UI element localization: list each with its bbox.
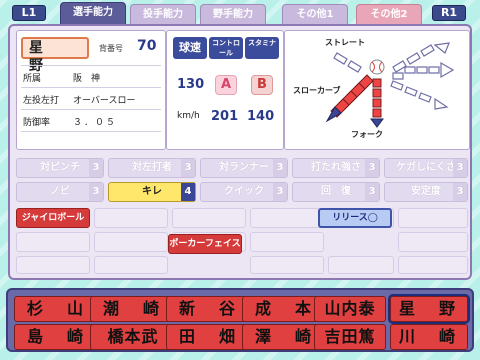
stats-box: 球速 コントロール スタミナ 130 A B km/h 201 140	[166, 30, 284, 150]
roster-player[interactable]: 川 崎	[390, 324, 468, 350]
speed-header: 球速	[173, 37, 207, 59]
roster-player[interactable]: 山内泰	[314, 296, 386, 322]
right-pitch-slots	[390, 42, 455, 110]
tab-other-2[interactable]: その他2	[356, 4, 422, 24]
empty-slot	[94, 256, 168, 274]
empty-slot	[16, 256, 90, 274]
speed-value: 130	[177, 77, 205, 92]
tab-other-1[interactable]: その他1	[282, 4, 348, 24]
player-name: 星 野	[21, 37, 89, 74]
divider	[21, 109, 161, 110]
roster-player-selected[interactable]: 星 野	[388, 294, 470, 324]
empty-slot	[250, 208, 324, 228]
empty-slot	[328, 256, 394, 274]
skill-durability[interactable]: 打たれ強さ 3	[292, 158, 380, 178]
divider	[21, 131, 161, 132]
skill-vs-runner[interactable]: 対ランナー 3	[200, 158, 288, 178]
skill-stability[interactable]: 安定度 3	[384, 182, 468, 202]
speed-unit: km/h	[177, 111, 200, 121]
roster-player[interactable]: 橋本武	[90, 324, 176, 350]
empty-slot	[94, 232, 168, 252]
roster-player[interactable]: 新 谷	[166, 296, 252, 322]
empty-slot	[250, 232, 324, 252]
ability-poker-face[interactable]: ポーカーフェイス	[168, 234, 242, 254]
skill-injury[interactable]: ケガしにくさ 3	[384, 158, 468, 178]
skill-nobi[interactable]: ノビ 3	[16, 182, 104, 202]
skill-kire[interactable]: キレ 4	[108, 182, 196, 202]
tab-fielder-ability[interactable]: 野手能力	[200, 4, 266, 24]
skill-vs-lefty[interactable]: 対左打者 3	[108, 158, 196, 178]
roster-player[interactable]: 田 畑	[166, 324, 252, 350]
r1-button[interactable]: R1	[432, 5, 466, 21]
era-row: 防御率 ３．０５	[23, 115, 115, 128]
ability-release[interactable]: リリース◯	[318, 208, 392, 228]
roster-player[interactable]: 杉 山	[14, 296, 100, 322]
uniform-number: 70	[137, 38, 157, 54]
throw-label: 左投左打	[23, 96, 60, 106]
player-info-box: 星 野 背番号 70 所属 阪 神 左投左打 オーバースロー 防御率 ３．０５	[16, 30, 166, 150]
skill-recovery[interactable]: 回 復3	[292, 182, 380, 202]
uniform-number-label: 背番号	[99, 44, 123, 53]
stamina-grade: B	[251, 75, 273, 95]
control-header: コントロール	[209, 37, 243, 59]
tab-player-ability[interactable]: 選手能力	[60, 2, 126, 24]
pitch-chart-box: ストレート スローカーブ フォーク	[284, 30, 470, 150]
team-label: 所属	[23, 74, 42, 84]
empty-slot	[172, 208, 246, 228]
baseball-icon	[369, 59, 385, 75]
throw-row: 左投左打 オーバースロー	[23, 93, 135, 106]
ability-gyro-ball[interactable]: ジャイロボール	[16, 208, 90, 228]
roster-player[interactable]: 潮 崎	[90, 296, 176, 322]
player-roster: 杉 山 潮 崎 新 谷 成 本 山内泰 星 野 島 崎 橋本武 田 畑 澤 崎 …	[6, 288, 474, 352]
left-pitch-slots	[333, 52, 362, 73]
tab-pitcher-ability[interactable]: 投手能力	[130, 4, 196, 24]
roster-player[interactable]: 島 崎	[14, 324, 100, 350]
empty-slot	[398, 256, 468, 274]
empty-slot	[16, 232, 90, 252]
player-detail-panel: 星 野 背番号 70 所属 阪 神 左投左打 オーバースロー 防御率 ３．０５ …	[8, 24, 472, 280]
skill-vs-pinch[interactable]: 対ピンチ 3	[16, 158, 104, 178]
fork-arrow	[370, 78, 384, 128]
control-value: 201	[211, 109, 239, 124]
empty-slot	[398, 232, 468, 252]
top-tab-bar: L1 選手能力 投手能力 野手能力 その他1 その他2 R1	[0, 0, 480, 26]
l1-button[interactable]: L1	[12, 5, 46, 21]
empty-slot	[398, 208, 468, 228]
stamina-value: 140	[247, 109, 275, 124]
throw-value: オーバースロー	[73, 96, 136, 106]
era-value: ３．０５	[73, 118, 118, 128]
empty-slot	[250, 256, 324, 274]
skill-quick[interactable]: クイック 3	[200, 182, 288, 202]
pitch-chart-graphic	[325, 42, 455, 128]
team-value: 阪 神	[73, 74, 101, 84]
roster-player[interactable]: 吉田篤	[314, 324, 386, 350]
team-row: 所属 阪 神	[23, 71, 100, 84]
control-grade: A	[215, 75, 237, 95]
divider	[21, 87, 161, 88]
era-label: 防御率	[23, 118, 51, 128]
slow-curve-arrow	[325, 74, 374, 123]
empty-slot	[94, 208, 168, 228]
stamina-header: スタミナ	[245, 37, 279, 59]
divider	[21, 65, 161, 66]
